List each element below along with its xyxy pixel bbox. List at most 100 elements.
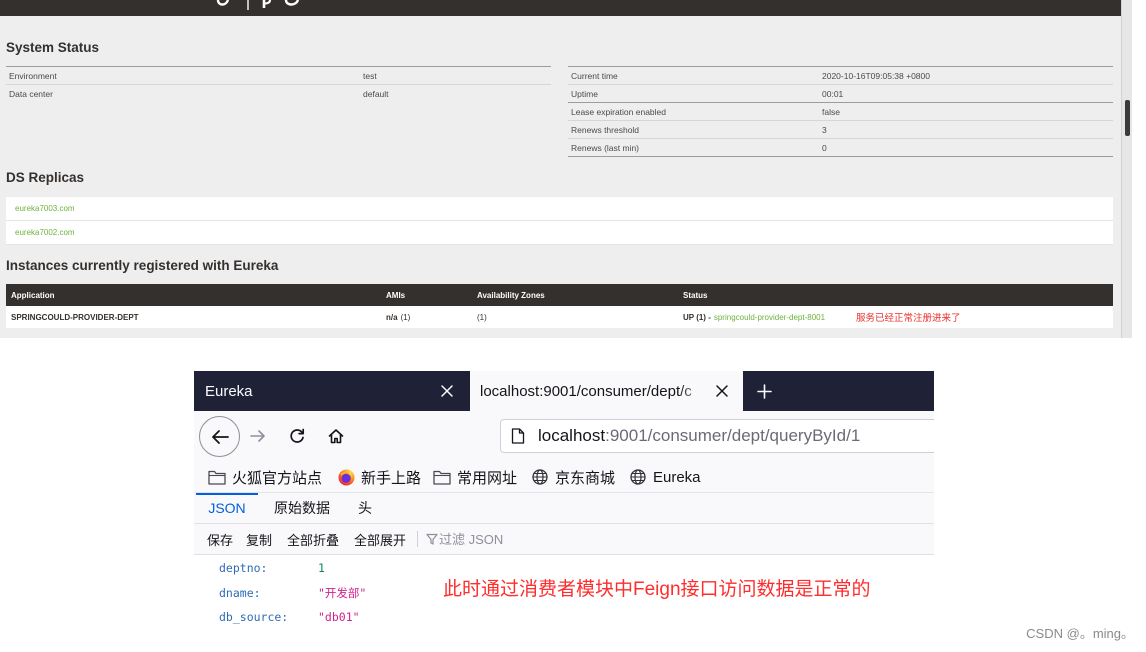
tab-eureka[interactable]: Eureka — [194, 371, 470, 411]
row-value: 2020-10-16T09:05:38 +0800 — [822, 70, 930, 81]
row-value: default — [363, 88, 389, 99]
back-button[interactable] — [199, 416, 240, 457]
row-value: test — [363, 70, 377, 81]
row-label: Data center — [9, 88, 53, 99]
row-value: 00:01 — [822, 88, 844, 99]
close-icon[interactable] — [441, 385, 453, 397]
instances-heading: Instances currently registered with Eure… — [6, 258, 279, 273]
bookmark-label: Eureka — [653, 468, 701, 486]
json-key: db_source: — [219, 610, 289, 624]
table-header: Application AMIs Availability Zones Stat… — [6, 284, 1113, 306]
table-row: Environment test — [6, 66, 551, 84]
eureka-dashboard-screenshot: System Status Environment test Data cent… — [0, 0, 1132, 338]
forward-arrow-icon[interactable] — [250, 428, 266, 444]
url-text: localhost:9001/consumer/dept/queryById/1 — [538, 420, 860, 452]
table-row: Renews threshold 3 — [568, 120, 1113, 138]
collapse-all-button[interactable]: 全部折叠 — [287, 524, 339, 554]
firefox-icon — [337, 469, 355, 485]
scrollbar[interactable] — [1121, 0, 1132, 338]
json-row[interactable]: deptno: 1 — [194, 556, 934, 581]
application-name: SPRINGCOULD-PROVIDER-DEPT — [11, 312, 139, 322]
scrollbar-thumb[interactable] — [1125, 100, 1130, 136]
registration-note: 服务已经正常注册进来了 — [856, 313, 961, 324]
ds-replicas-heading: DS Replicas — [6, 170, 85, 185]
json-viewer-toolbar: 保存 复制 全部折叠 全部展开 — [194, 524, 934, 555]
json-viewer-tabs: JSON 原始数据 头 — [194, 493, 934, 524]
home-icon[interactable] — [328, 428, 344, 444]
tab-headers[interactable]: 头 — [346, 493, 384, 523]
globe-icon — [629, 469, 647, 485]
bookmark-label: 火狐官方站点 — [232, 469, 323, 487]
status-cell: UP (1) - springcould-provider-dept-8001 — [683, 306, 825, 328]
bookmark-item[interactable]: Eureka — [629, 462, 701, 492]
eureka-logo-fragment — [212, 0, 304, 16]
status-badge: UP (1) - — [683, 312, 711, 322]
close-icon[interactable] — [716, 385, 728, 397]
tab-title-wrap: localhost:9001/consumer/dept/c — [480, 382, 712, 400]
column-header-availability-zones: Availability Zones — [477, 290, 545, 300]
copy-button[interactable]: 复制 — [246, 524, 272, 554]
bookmark-label: 常用网址 — [457, 469, 518, 487]
tab-localhost[interactable]: localhost:9001/consumer/dept/c — [470, 371, 743, 411]
table-row: Uptime 00:01 — [568, 84, 1113, 102]
url-bar[interactable]: localhost:9001/consumer/dept/queryById/1 — [500, 419, 934, 453]
row-value: 0 — [822, 142, 827, 153]
bookmark-item[interactable]: 京东商城 — [531, 462, 615, 492]
replica-list: eureka7003.com eureka7002.com — [6, 197, 1113, 245]
system-status-heading: System Status — [6, 40, 100, 55]
column-header-amis: AMIs — [386, 290, 406, 300]
filter-icon — [426, 533, 438, 545]
expand-all-button[interactable]: 全部展开 — [354, 524, 406, 554]
eureka-navbar — [0, 0, 1121, 16]
row-label: Renews threshold — [571, 124, 640, 135]
back-arrow-icon — [210, 428, 230, 446]
row-label: Current time — [571, 70, 618, 81]
tab-strip: Eureka localhost:9001/consumer/dept/c — [194, 371, 934, 411]
instance-link[interactable]: springcould-provider-dept-8001 — [714, 313, 825, 322]
json-row[interactable]: db_source: "db01" — [194, 605, 934, 630]
amis-count: (1) — [400, 312, 411, 322]
bookmark-label: 京东商城 — [555, 469, 616, 487]
json-value: 1 — [318, 561, 325, 575]
row-label: Environment — [9, 70, 57, 81]
tab-title: Eureka — [205, 382, 253, 400]
bookmark-item[interactable]: 新手上路 — [337, 462, 421, 492]
list-item: eureka7003.com — [6, 197, 1113, 221]
amis-cell: n/a (1) — [386, 306, 410, 328]
table-row: SPRINGCOULD-PROVIDER-DEPT n/a (1) (1) UP … — [6, 306, 1113, 328]
replica-link[interactable]: eureka7003.com — [15, 204, 75, 213]
row-label: Lease expiration enabled — [571, 106, 666, 117]
red-annotation-text: 此时通过消费者模块中Feign接口访问数据是正常的 — [443, 579, 871, 600]
globe-icon — [531, 469, 549, 485]
amis-value: n/a — [386, 312, 398, 322]
table-row: Renews (last min) 0 — [568, 138, 1113, 156]
row-value: false — [822, 106, 840, 117]
table-row: Lease expiration enabled false — [568, 102, 1113, 120]
page-icon — [511, 428, 525, 444]
reload-icon[interactable] — [289, 428, 305, 444]
page: System Status Environment test Data cent… — [0, 0, 1146, 652]
json-value: "db01" — [318, 610, 360, 624]
table-row: Data center default — [6, 84, 551, 102]
json-key: deptno: — [219, 561, 268, 575]
table-row: Current time 2020-10-16T09:05:38 +0800 — [568, 66, 1113, 84]
folder-icon — [433, 469, 451, 485]
replica-link[interactable]: eureka7002.com — [15, 228, 75, 237]
bookmarks-toolbar: 火狐官方站点 新手上路 常用网址 京东商城 Eureka — [194, 462, 934, 493]
new-tab-icon[interactable] — [757, 384, 772, 399]
instances-table: Application AMIs Availability Zones Stat… — [6, 284, 1113, 328]
tab-raw-data[interactable]: 原始数据 — [262, 493, 342, 523]
bookmark-item[interactable]: 常用网址 — [433, 462, 517, 492]
json-value: "开发部" — [318, 585, 367, 600]
zones-cell: (1) — [477, 312, 487, 322]
save-button[interactable]: 保存 — [207, 524, 233, 554]
row-label: Renews (last min) — [571, 142, 640, 153]
bookmark-label: 新手上路 — [361, 469, 422, 487]
navigation-toolbar: localhost:9001/consumer/dept/queryById/1 — [194, 411, 934, 462]
json-key: dname: — [219, 585, 261, 600]
lease-info-table: Current time 2020-10-16T09:05:38 +0800 U… — [568, 66, 1113, 157]
bookmark-item[interactable]: 火狐官方站点 — [208, 462, 322, 492]
tab-json[interactable]: JSON — [196, 493, 258, 523]
url-host: localhost — [538, 426, 606, 445]
filter-json-input[interactable] — [439, 528, 649, 550]
